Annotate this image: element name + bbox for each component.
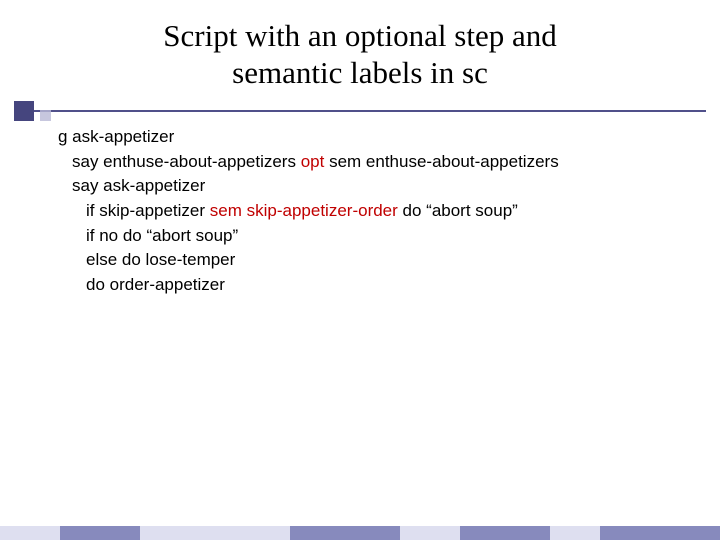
title-line-1: Script with an optional step and: [163, 18, 556, 53]
rule-line: [14, 110, 706, 112]
script-line: say enthuse-about-appetizers opt sem ent…: [58, 150, 700, 175]
keyword-sem: sem skip-appetizer-order: [210, 201, 398, 220]
script-line: say ask-appetizer: [58, 174, 700, 199]
keyword-opt: opt: [301, 152, 325, 171]
footer-seg: [140, 526, 290, 540]
text: do order-appetizer: [86, 275, 225, 294]
footer-seg: [400, 526, 460, 540]
text: if no do “abort soup”: [86, 226, 238, 245]
script-line: if no do “abort soup”: [58, 224, 700, 249]
text: if skip-appetizer: [86, 201, 210, 220]
script-line: else do lose-temper: [58, 248, 700, 273]
footer-seg: [460, 526, 550, 540]
footer-seg: [550, 526, 600, 540]
footer-seg: [0, 526, 60, 540]
rule-square-small: [40, 110, 51, 121]
footer-stripe: [0, 526, 720, 540]
script-line: do order-appetizer: [58, 273, 700, 298]
text: say ask-appetizer: [72, 176, 205, 195]
text: g ask-appetizer: [58, 127, 174, 146]
script-body: g ask-appetizer say enthuse-about-appeti…: [0, 125, 720, 297]
text: else do lose-temper: [86, 250, 235, 269]
slide-title: Script with an optional step and semanti…: [0, 0, 720, 91]
rule-square-large: [14, 101, 34, 121]
title-line-2: semantic labels in sc: [232, 55, 488, 90]
footer-seg: [60, 526, 140, 540]
script-line: g ask-appetizer: [58, 125, 700, 150]
text: do “abort soup”: [398, 201, 518, 220]
footer-seg: [600, 526, 720, 540]
script-line: if skip-appetizer sem skip-appetizer-ord…: [58, 199, 700, 224]
text: sem enthuse-about-appetizers: [324, 152, 558, 171]
footer-seg: [290, 526, 400, 540]
text: say enthuse-about-appetizers: [72, 152, 301, 171]
